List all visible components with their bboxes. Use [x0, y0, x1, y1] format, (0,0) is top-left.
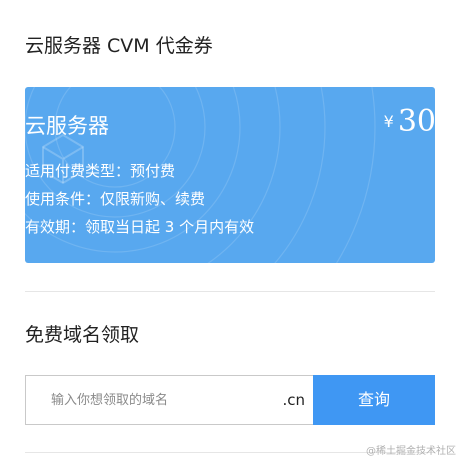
voucher-validity: 有效期：领取当日起 3 个月内有效	[25, 218, 255, 236]
domain-input-wrapper: .cn	[25, 375, 313, 425]
domain-search-form: .cn 查询	[25, 375, 435, 425]
voucher-payment-type: 适用付费类型：预付费	[25, 162, 176, 180]
page: 云服务器 CVM 代金券 云服务器 ¥30 适用付费类型：预付费 使用条件：仅限…	[0, 0, 460, 460]
voucher-amount: 30	[397, 104, 436, 139]
section-divider	[25, 291, 435, 292]
voucher-name: 云服务器	[25, 114, 109, 138]
voucher-section-title: 云服务器 CVM 代金券	[25, 35, 213, 57]
domain-section-title: 免费域名领取	[25, 324, 140, 346]
query-button[interactable]: 查询	[313, 375, 435, 425]
voucher-price: ¥30	[384, 104, 436, 139]
domain-search-input[interactable]	[26, 376, 256, 424]
site-watermark: @稀土掘金技术社区	[366, 446, 456, 457]
voucher-usage-condition: 使用条件：仅限新购、续费	[25, 190, 206, 208]
currency-symbol: ¥	[383, 112, 394, 131]
domain-suffix: .cn	[282, 391, 305, 409]
